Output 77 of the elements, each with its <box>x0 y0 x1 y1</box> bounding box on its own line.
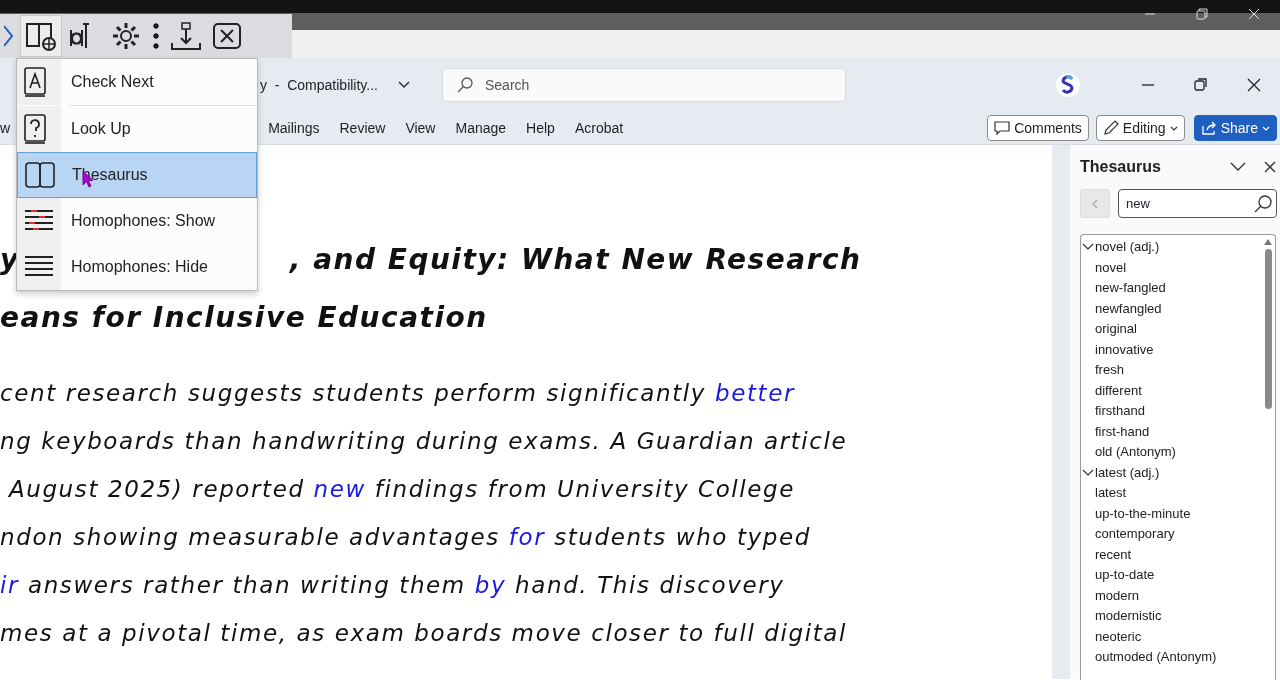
synonym-item[interactable]: old (Antonym) <box>1081 442 1261 463</box>
chevron-down-icon <box>398 81 410 89</box>
group-heading[interactable]: latest (adj.) <box>1081 462 1261 483</box>
chevron-down-icon <box>1082 468 1094 477</box>
close-icon <box>212 22 242 50</box>
synonym-item[interactable]: firsthand <box>1081 401 1261 422</box>
menu-item[interactable]: Look Up <box>17 106 257 152</box>
pencil-icon <box>1102 120 1119 136</box>
synonym-item[interactable]: first-hand <box>1081 421 1261 442</box>
group-heading[interactable]: novel (adj.) <box>1081 237 1261 258</box>
chevron-left-icon <box>1092 198 1098 209</box>
ribbon-tab[interactable]: Review <box>329 117 396 139</box>
synonym-item[interactable]: original <box>1081 319 1261 340</box>
paragraph-line: ng keyboards than handwriting during exams. A Guardian article <box>0 427 849 456</box>
menu-item[interactable]: Homophones: Show <box>17 198 257 244</box>
synonym-item[interactable]: contemporary <box>1081 524 1261 545</box>
synonym-item[interactable]: latest <box>1081 483 1261 504</box>
close-icon <box>1246 78 1261 92</box>
menu-item[interactable]: Homophones: Hide <box>17 244 257 290</box>
open-book-icon <box>24 159 56 191</box>
ribbon-tab[interactable]: Help <box>516 117 565 139</box>
synonym-item[interactable]: up-to-date <box>1081 565 1261 586</box>
scroll-up-icon <box>1263 238 1273 246</box>
search-icon <box>457 77 473 93</box>
synonym-item[interactable]: modernistic <box>1081 606 1261 627</box>
synonym-item[interactable]: up-to-the-minute <box>1081 503 1261 524</box>
synonym-item[interactable]: neoteric <box>1081 626 1261 647</box>
search-field[interactable]: Search <box>442 68 846 102</box>
menu-item[interactable]: Check Next <box>17 59 257 105</box>
thesaurus-search-field[interactable]: new <box>1118 189 1277 218</box>
chevron-down-icon <box>1082 243 1094 252</box>
caret-icon <box>1169 125 1178 131</box>
more-icon <box>152 22 160 50</box>
search-placeholder: Search <box>485 75 530 95</box>
synonym-item[interactable]: recent <box>1081 544 1261 565</box>
app-logo-icon <box>1055 72 1081 98</box>
synonym-item[interactable]: novel <box>1081 257 1261 278</box>
settings-icon <box>110 20 142 52</box>
ribbon-tab[interactable]: Acrobat <box>564 117 634 139</box>
paragraph-line: ir answers rather than writing them by hand. This discovery <box>0 571 786 600</box>
heading-text: , and Equity: What New Research <box>289 242 862 278</box>
minimize-icon <box>1144 13 1156 15</box>
pane-title: Thesaurus <box>1080 157 1162 177</box>
comments-button[interactable]: Comments <box>987 115 1089 141</box>
ribbon-tab[interactable]: Mailings <box>258 117 330 139</box>
restore-icon <box>1193 78 1208 92</box>
scrollbar-thumb[interactable] <box>1264 249 1272 409</box>
lookup-tool-button[interactable] <box>20 15 62 57</box>
synonym-item[interactable]: newfangled <box>1081 298 1261 319</box>
minimize-icon <box>1140 84 1155 86</box>
ribbon-tab[interactable]: View <box>395 117 446 139</box>
restore-icon <box>1196 8 1208 20</box>
chevron-down-icon <box>1230 162 1246 172</box>
synonym-item[interactable]: modern <box>1081 585 1261 606</box>
synonym-item[interactable]: outmoded (Antonym) <box>1081 647 1261 668</box>
ribbon-tab[interactable]: w <box>0 117 11 139</box>
heading-text: eans for Inclusive Education <box>0 300 488 336</box>
paragraph-line: cent research suggests students perform significantly better <box>0 379 796 408</box>
close-icon <box>1264 161 1276 173</box>
share-button[interactable]: Share <box>1193 115 1277 141</box>
close-icon <box>1248 8 1260 20</box>
synonym-item[interactable]: different <box>1081 380 1261 401</box>
synonym-item[interactable]: innovative <box>1081 339 1261 360</box>
comment-icon <box>994 121 1011 135</box>
synonym-item[interactable]: fresh <box>1081 360 1261 381</box>
search-icon <box>1254 194 1272 213</box>
editing-button[interactable]: Editing <box>1095 115 1185 141</box>
document-title: y - Compatibility... <box>260 75 378 95</box>
download-tray-icon <box>170 21 202 51</box>
synonym-item[interactable]: new-fangled <box>1081 278 1261 299</box>
paragraph-line: mes at a pivotal time, as exam boards move closer to full digital <box>0 619 849 648</box>
book-globe-icon <box>25 20 57 52</box>
caret-icon <box>1262 125 1270 131</box>
ribbon-tab[interactable]: Manage <box>445 117 517 139</box>
paragraph-line: ndon showing measurable advantages for students who typed <box>0 523 812 552</box>
paragraph-line: August 2025) reported new findings from University College <box>7 475 796 504</box>
share-icon <box>1200 120 1217 136</box>
